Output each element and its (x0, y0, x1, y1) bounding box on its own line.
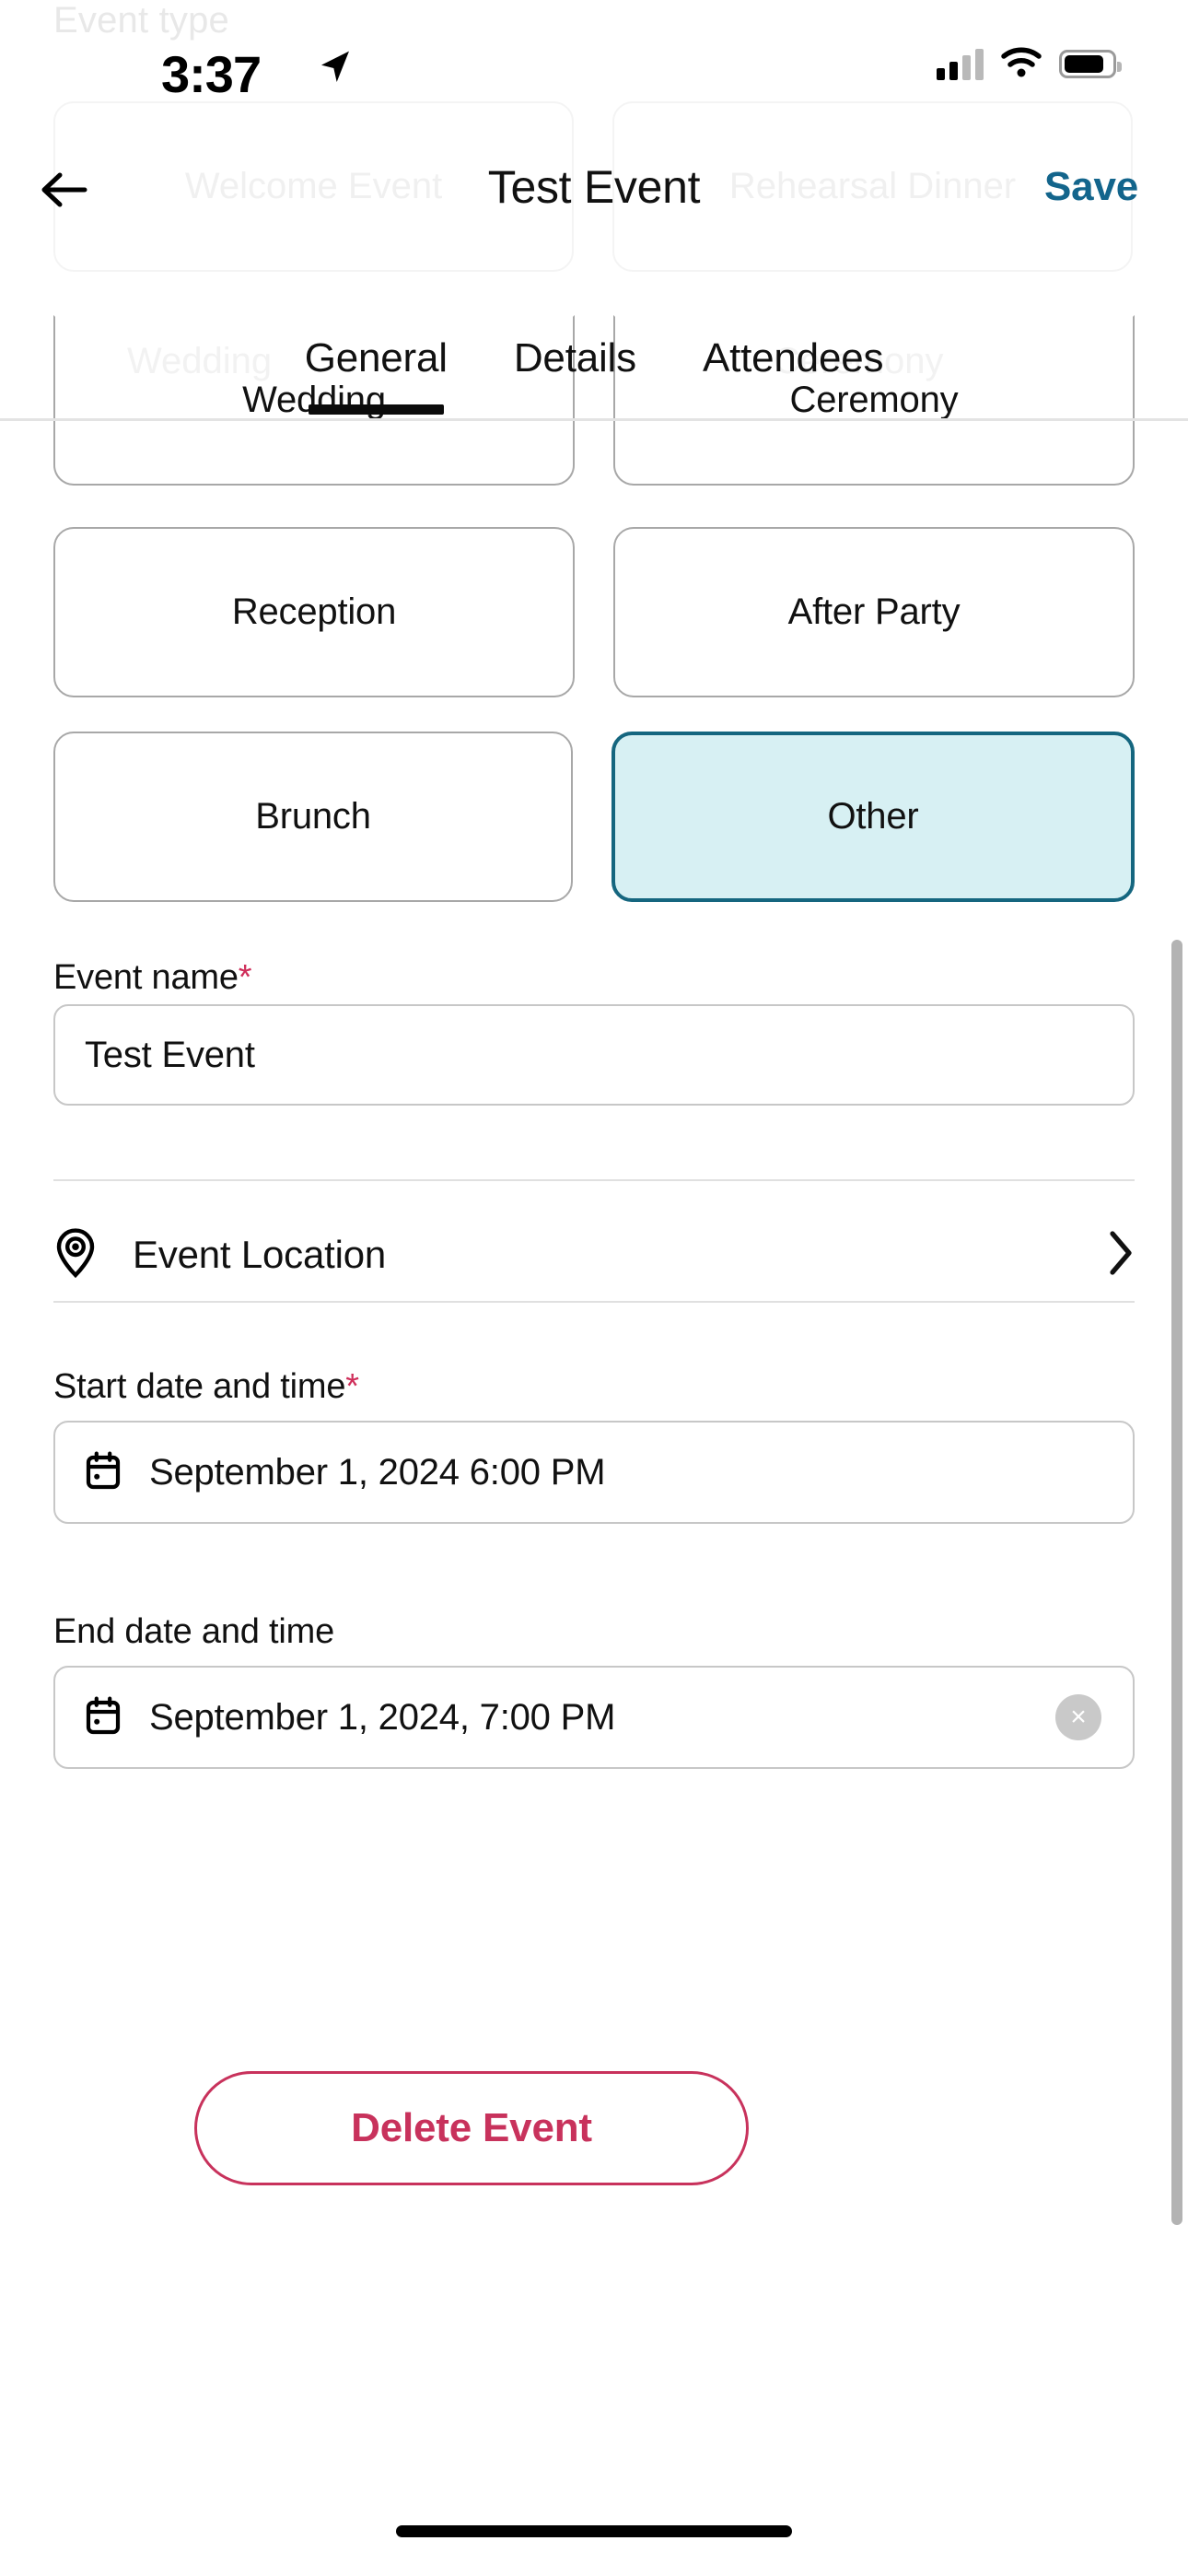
event-name-value: Test Event (85, 1034, 255, 1075)
start-date-value: September 1, 2024 6:00 PM (149, 1451, 606, 1493)
start-date-field[interactable]: September 1, 2024 6:00 PM (53, 1421, 1135, 1524)
tab-general[interactable]: General (305, 335, 448, 415)
scroll-content: Wedding Ceremony Reception After Party B… (0, 315, 1188, 2576)
event-type-chip-brunch[interactable]: Brunch (53, 732, 573, 902)
status-bar: 3:37 (0, 0, 1188, 111)
app-screen: Event type Welcome Event Rehearsal Dinne… (0, 0, 1188, 2576)
save-button[interactable]: Save (1044, 164, 1138, 210)
event-type-chip-after-party[interactable]: After Party (613, 527, 1135, 697)
vertical-scrollbar[interactable] (1171, 940, 1182, 2225)
event-type-chip-reception[interactable]: Reception (53, 527, 575, 697)
event-type-chip-other[interactable]: Other (611, 732, 1135, 902)
tab-bar-divider (0, 418, 1188, 421)
chevron-right-icon (1107, 1230, 1135, 1281)
required-asterisk: * (345, 1367, 359, 1406)
home-indicator (396, 2525, 792, 2537)
end-date-field[interactable]: September 1, 2024, 7:00 PM × (53, 1666, 1135, 1769)
cellular-signal-icon (937, 48, 984, 80)
event-type-row-3: Brunch Other (0, 732, 1188, 902)
event-name-input[interactable]: Test Event (53, 1004, 1135, 1106)
close-circle-icon[interactable]: × (1055, 1694, 1101, 1740)
event-name-label: Event name* (53, 958, 252, 997)
end-date-label: End date and time (53, 1612, 335, 1651)
required-asterisk: * (238, 958, 252, 997)
tab-attendees[interactable]: Attendees (703, 335, 884, 385)
location-arrow-icon (317, 48, 354, 93)
end-date-value: September 1, 2024, 7:00 PM (149, 1696, 616, 1738)
event-location-label: Event Location (133, 1233, 387, 1276)
status-bar-time: 3:37 (161, 45, 262, 103)
navigation-bar: Test Event Save (0, 147, 1188, 236)
calendar-icon (85, 1450, 122, 1495)
section-divider-2 (53, 1301, 1135, 1303)
section-divider-1 (53, 1179, 1135, 1181)
delete-event-button[interactable]: Delete Event (194, 2071, 749, 2185)
event-type-row-2: Reception After Party (0, 527, 1188, 697)
battery-icon (1059, 50, 1122, 78)
map-pin-icon (53, 1227, 98, 1283)
event-location-row[interactable]: Event Location (53, 1211, 1135, 1299)
page-title: Test Event (487, 161, 701, 213)
tab-details[interactable]: Details (514, 335, 636, 385)
calendar-icon (85, 1695, 122, 1740)
start-date-label: Start date and time* (53, 1367, 359, 1406)
tab-bar: General Details Attendees (0, 324, 1188, 426)
wifi-icon (1000, 46, 1042, 82)
